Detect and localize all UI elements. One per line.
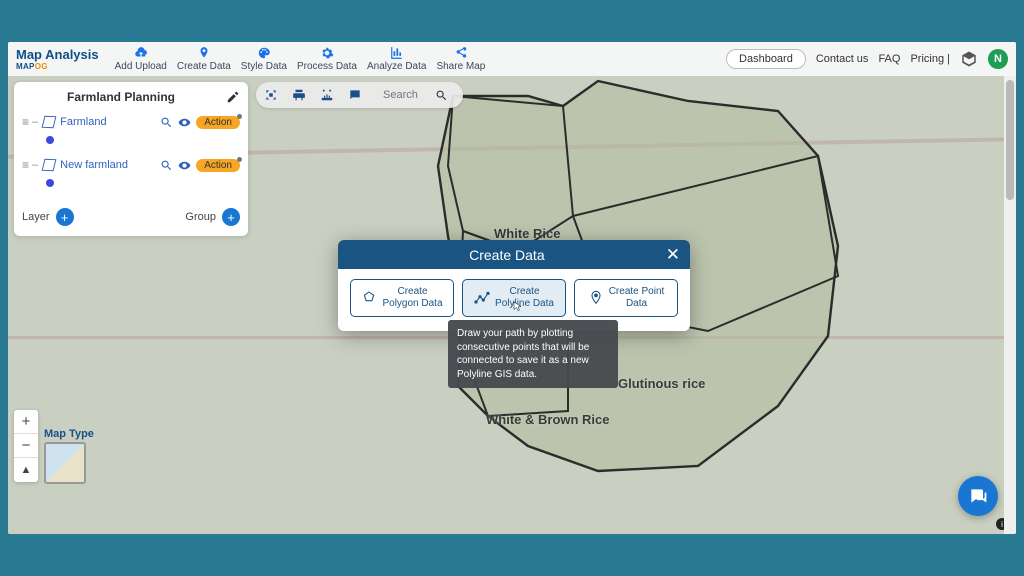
contact-link[interactable]: Contact us (816, 53, 869, 65)
create-polyline-option[interactable]: CreatePolyline Data (462, 279, 566, 317)
brand-main: Map Analysis (16, 47, 99, 62)
printer-icon (292, 88, 306, 102)
layers-panel: Farmland Planning ≡ – Farmland Action ≡ (14, 82, 248, 236)
add-layer-button[interactable]: + (56, 208, 74, 226)
layer-row: ≡ – New farmland Action (22, 153, 240, 176)
cube-icon (960, 50, 978, 68)
scrollbar-thumb[interactable] (1006, 80, 1014, 200)
zoom-to-icon[interactable] (160, 159, 173, 172)
symbol-dot-icon (46, 179, 54, 187)
nav-process-data[interactable]: Process Data (297, 46, 357, 72)
layer-name[interactable]: New farmland (60, 159, 155, 171)
layer-name[interactable]: Farmland (60, 116, 155, 128)
create-polygon-option[interactable]: CreatePolygon Data (350, 279, 454, 317)
layer-label: Layer (22, 211, 50, 223)
nav-add-upload[interactable]: Add Upload (115, 46, 167, 72)
cloud-upload-icon (134, 46, 148, 60)
pin-icon (197, 46, 211, 60)
pricing-link[interactable]: Pricing | (910, 53, 950, 65)
map-type-label: Map Type (44, 428, 94, 440)
map-type-selector: Map Type (44, 428, 94, 484)
action-chip[interactable]: Action (196, 159, 240, 172)
layer-row: ≡ – Farmland Action (22, 110, 240, 133)
chat-fab[interactable] (958, 476, 998, 516)
polygon-shape-icon (42, 159, 57, 171)
drag-handle-icon[interactable]: ≡ (22, 115, 27, 129)
user-avatar[interactable]: N (988, 49, 1008, 69)
nav-analyze-data[interactable]: Analyze Data (367, 46, 426, 72)
map-toolbar (256, 82, 463, 108)
symbol-dot-icon (46, 136, 54, 144)
collapse-icon[interactable]: – (32, 159, 38, 171)
comment-icon (348, 88, 362, 102)
nav-share-map[interactable]: Share Map (436, 46, 485, 72)
point-pin-icon (588, 290, 604, 306)
nav-create-data[interactable]: Create Data (177, 46, 231, 72)
search-icon (435, 89, 448, 102)
chart-icon (390, 46, 404, 60)
layer-symbol-row (22, 176, 240, 196)
dashboard-button[interactable]: Dashboard (726, 49, 806, 69)
zoom-to-icon[interactable] (160, 116, 173, 129)
modal-title: Create Data (348, 247, 666, 263)
vertical-scrollbar[interactable] (1004, 76, 1016, 534)
polygon-shape-icon (42, 116, 57, 128)
zoom-out-button[interactable]: − (14, 434, 38, 458)
zoom-in-button[interactable]: + (14, 410, 38, 434)
group-label: Group (185, 211, 216, 223)
create-data-modal: Create Data ✕ CreatePolygon Data CreateP… (338, 240, 690, 331)
drag-handle-icon[interactable]: ≡ (22, 158, 27, 172)
layer-symbol-row (22, 133, 240, 153)
nav-style-data[interactable]: Style Data (241, 46, 287, 72)
share-icon (454, 46, 468, 60)
brand-sub: MAPOG (16, 62, 48, 71)
gears-icon (320, 46, 334, 60)
create-point-option[interactable]: Create PointData (574, 279, 678, 317)
cursor-icon (512, 301, 524, 313)
polyline-icon (474, 290, 490, 306)
pencil-icon[interactable] (226, 90, 240, 104)
target-icon (264, 88, 278, 102)
ruler-icon (320, 88, 334, 102)
polygon-icon (361, 290, 377, 306)
brand-logo[interactable]: Map Analysis MAPOG (16, 47, 99, 71)
faq-link[interactable]: FAQ (878, 53, 900, 65)
modal-close-button[interactable]: ✕ (666, 246, 680, 263)
palette-icon (257, 46, 271, 60)
add-group-button[interactable]: + (222, 208, 240, 226)
target-select-button[interactable] (262, 86, 280, 104)
polyline-tooltip: Draw your path by plotting consecutive p… (448, 320, 618, 388)
top-nav: Map Analysis MAPOG Add Upload Create Dat… (8, 42, 1016, 76)
collapse-icon[interactable]: – (32, 116, 38, 128)
measure-button[interactable] (318, 86, 336, 104)
panel-title: Farmland Planning (22, 90, 220, 104)
action-chip[interactable]: Action (196, 116, 240, 129)
chat-icon (968, 486, 988, 506)
comment-button[interactable] (346, 86, 364, 104)
print-button[interactable] (290, 86, 308, 104)
apps-cube-button[interactable] (960, 50, 978, 68)
visibility-icon[interactable] (178, 159, 191, 172)
search-input[interactable] (383, 89, 429, 101)
visibility-icon[interactable] (178, 116, 191, 129)
workspace: White Rice Glutinous rice White & Brown … (8, 76, 1016, 534)
map-type-thumb[interactable] (44, 442, 86, 484)
map-search[interactable] (374, 86, 457, 105)
reset-north-button[interactable]: ▲ (14, 458, 38, 482)
zoom-control: + − ▲ (14, 410, 38, 482)
